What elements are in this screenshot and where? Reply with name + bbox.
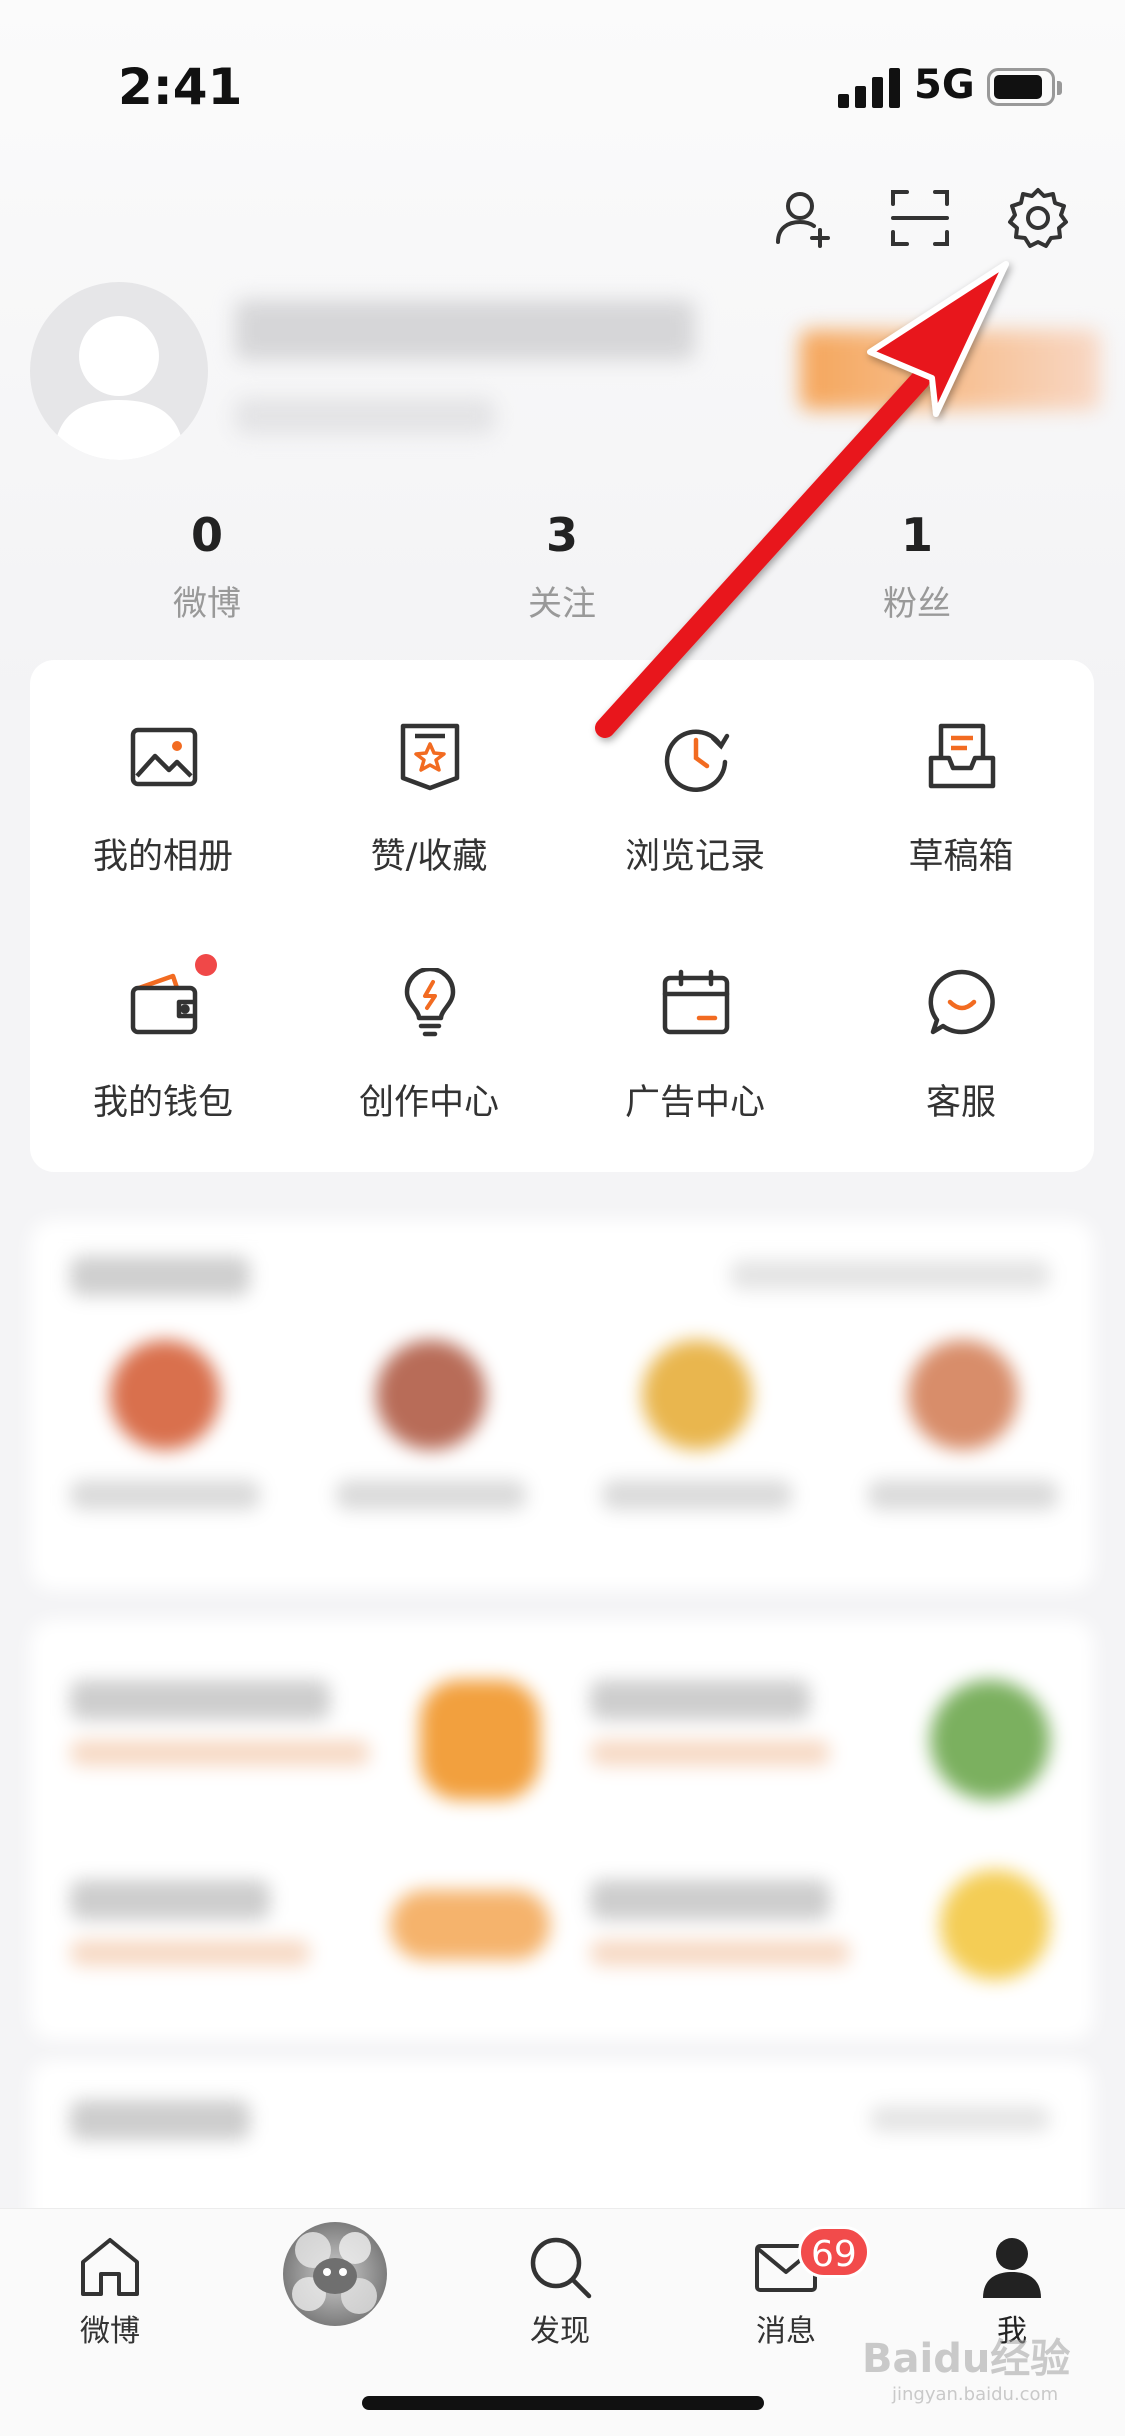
stat-posts-value: 0	[190, 508, 223, 562]
creator-bulb-icon	[404, 968, 456, 1037]
stat-following-label: 关注	[528, 584, 596, 624]
customer-service-icon	[928, 969, 995, 1035]
center-avatar[interactable]	[283, 2222, 387, 2326]
tab-messages[interactable]: 消息 69	[706, 2226, 870, 2376]
menu-history-label: 浏览记录	[624, 837, 765, 877]
tab-discover-label: 发现	[530, 2314, 590, 2349]
menu-creator-center[interactable]: 创作中心	[296, 906, 562, 1146]
watermark-text: Baidu经验	[862, 2336, 1071, 2382]
wallet-icon	[130, 973, 198, 1035]
tab-home[interactable]: 微博	[30, 2226, 190, 2376]
ad-calendar-icon	[662, 969, 730, 1035]
tab-messages-label: 消息	[756, 2314, 816, 2349]
tab-discover[interactable]: 发现	[480, 2226, 640, 2376]
status-time: 2:41	[118, 58, 243, 116]
home-icon	[81, 2238, 139, 2296]
menu-card: 我的相册 赞/收藏 浏览记录 草稿箱 我的钱包 创作中心 广告中心 客服	[30, 660, 1094, 1172]
profile-avatar[interactable]	[30, 282, 208, 460]
scan-icon[interactable]	[889, 186, 953, 250]
search-icon	[530, 2237, 592, 2299]
tab-home-label: 微博	[80, 2314, 140, 2349]
menu-album[interactable]: 我的相册	[30, 660, 296, 900]
menu-favorites[interactable]: 赞/收藏	[296, 660, 562, 900]
signal-icon	[838, 64, 900, 108]
messages-badge: 69	[798, 2226, 870, 2278]
album-icon	[130, 727, 198, 787]
status-bar: 2:41 5G	[0, 0, 1125, 150]
stat-followers-label: 粉丝	[883, 584, 951, 624]
stat-followers-value: 1	[900, 508, 933, 562]
menu-customer-service[interactable]: 客服	[828, 906, 1094, 1146]
menu-drafts[interactable]: 草稿箱	[828, 660, 1094, 900]
activity-section-blurred	[30, 1620, 1094, 2040]
watermark-url: jingyan.baidu.com	[892, 2384, 1059, 2405]
menu-album-label: 我的相册	[92, 837, 233, 877]
menu-favorites-label: 赞/收藏	[370, 837, 488, 877]
menu-wallet-label: 我的钱包	[92, 1083, 233, 1123]
stat-following[interactable]: 3 关注	[462, 508, 662, 625]
username-blurred[interactable]	[235, 300, 695, 360]
menu-ad-center[interactable]: 广告中心	[562, 906, 828, 1146]
menu-wallet[interactable]: 我的钱包	[30, 906, 296, 1146]
network-label: 5G	[914, 62, 975, 108]
menu-creator-center-label: 创作中心	[358, 1083, 499, 1123]
stat-posts[interactable]: 0 微博	[107, 508, 307, 625]
settings-icon[interactable]	[1006, 186, 1070, 250]
menu-drafts-label: 草稿箱	[908, 837, 1014, 877]
stat-posts-label: 微博	[173, 584, 241, 624]
person-icon	[983, 2238, 1041, 2298]
history-icon	[664, 729, 730, 792]
membership-banner-blurred[interactable]	[800, 330, 1100, 410]
drafts-icon	[928, 723, 996, 789]
favorites-icon	[400, 723, 460, 791]
wallet-notification-dot	[195, 954, 217, 976]
recommend-section-blurred	[30, 1220, 1094, 1590]
menu-customer-service-label: 客服	[925, 1083, 996, 1123]
menu-ad-center-label: 广告中心	[624, 1083, 765, 1123]
menu-history[interactable]: 浏览记录	[562, 660, 828, 900]
stat-followers[interactable]: 1 粉丝	[817, 508, 1017, 625]
profile-subtitle-blurred	[235, 398, 495, 434]
stat-following-value: 3	[545, 508, 578, 562]
add-friend-icon[interactable]	[772, 186, 836, 250]
watermark: Baidu经验 jingyan.baidu.com	[862, 2326, 1070, 2405]
battery-icon	[987, 68, 1062, 106]
home-indicator[interactable]	[362, 2396, 764, 2410]
